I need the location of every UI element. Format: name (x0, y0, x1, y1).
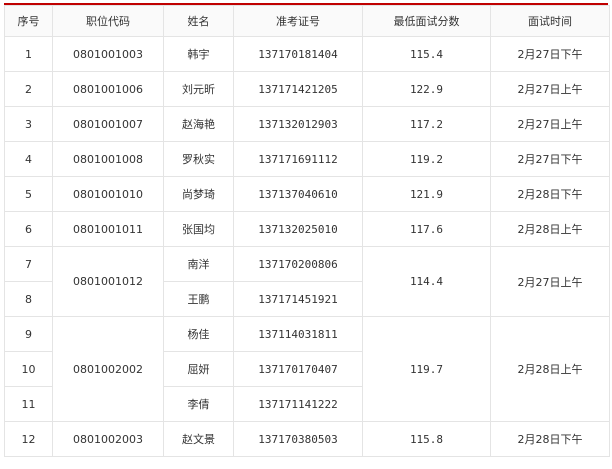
cell-interview-time: 2月28日上午 (490, 316, 610, 422)
cell-name: 屈妍 (163, 351, 234, 387)
header-name: 姓名 (163, 5, 234, 37)
cell-min-score: 119.7 (362, 316, 491, 422)
cell-interview-time: 2月27日上午 (490, 246, 610, 317)
cell-position-code: 0801001008 (52, 141, 164, 177)
cell-seq: 11 (4, 386, 53, 422)
header-position-code: 职位代码 (52, 5, 164, 37)
cell-name: 杨佳 (163, 316, 234, 352)
table-row: 5 0801001010 尚梦琦 137137040610 121.9 2月28… (4, 176, 610, 212)
header-interview-time: 面试时间 (490, 5, 610, 37)
cell-seq: 3 (4, 106, 53, 142)
cell-ticket-number: 137170181404 (233, 36, 363, 72)
cell-ticket-number: 137171141222 (233, 386, 363, 422)
cell-position-code: 0801001012 (52, 246, 164, 317)
cell-min-score: 117.2 (362, 106, 491, 142)
cell-interview-time: 2月27日下午 (490, 36, 610, 72)
cell-ticket-number: 137132025010 (233, 211, 363, 247)
table-header-row: 序号 职位代码 姓名 准考证号 最低面试分数 面试时间 (4, 5, 610, 37)
table-row: 7 0801001012 南洋 137170200806 114.4 2月27日… (4, 246, 610, 317)
cell-ticket-number: 137132012903 (233, 106, 363, 142)
cell-seq: 7 (4, 246, 53, 282)
table-row: 4 0801001008 罗秋实 137171691112 119.2 2月27… (4, 141, 610, 177)
cell-min-score: 117.6 (362, 211, 491, 247)
cell-seq: 1 (4, 36, 53, 72)
cell-ticket-number: 137171451921 (233, 281, 363, 317)
cell-interview-time: 2月28日下午 (490, 176, 610, 212)
cell-ticket-number: 137171691112 (233, 141, 363, 177)
cell-seq: 8 (4, 281, 53, 317)
cell-name: 张国均 (163, 211, 234, 247)
cell-interview-time: 2月27日上午 (490, 71, 610, 107)
cell-name: 罗秋实 (163, 141, 234, 177)
cell-position-code: 0801001011 (52, 211, 164, 247)
table-row: 2 0801001006 刘元昕 137171421205 122.9 2月27… (4, 71, 610, 107)
cell-seq: 12 (4, 421, 53, 457)
cell-min-score: 115.4 (362, 36, 491, 72)
cell-name: 刘元昕 (163, 71, 234, 107)
cell-min-score: 119.2 (362, 141, 491, 177)
cell-name: 尚梦琦 (163, 176, 234, 212)
cell-position-code: 0801001003 (52, 36, 164, 72)
cell-seq: 10 (4, 351, 53, 387)
cell-interview-time: 2月27日下午 (490, 141, 610, 177)
cell-ticket-number: 137137040610 (233, 176, 363, 212)
table-row: 3 0801001007 赵海艳 137132012903 117.2 2月27… (4, 106, 610, 142)
cell-ticket-number: 137114031811 (233, 316, 363, 352)
cell-name: 李倩 (163, 386, 234, 422)
table-row: 6 0801001011 张国均 137132025010 117.6 2月28… (4, 211, 610, 247)
header-seq: 序号 (4, 5, 53, 37)
cell-min-score: 115.8 (362, 421, 491, 457)
cell-name: 赵文景 (163, 421, 234, 457)
cell-position-code: 0801001007 (52, 106, 164, 142)
cell-interview-time: 2月28日上午 (490, 211, 610, 247)
table-row: 9 0801002002 杨佳 137114031811 119.7 2月28日… (4, 316, 610, 422)
cell-ticket-number: 137171421205 (233, 71, 363, 107)
cell-position-code: 0801001010 (52, 176, 164, 212)
cell-seq: 5 (4, 176, 53, 212)
cell-min-score: 114.4 (362, 246, 491, 317)
header-ticket-number: 准考证号 (233, 5, 363, 37)
cell-seq: 9 (4, 316, 53, 352)
cell-name: 王鹏 (163, 281, 234, 317)
cell-position-code: 0801002003 (52, 421, 164, 457)
cell-seq: 6 (4, 211, 53, 247)
cell-interview-time: 2月27日上午 (490, 106, 610, 142)
cell-name: 南洋 (163, 246, 234, 282)
cell-seq: 2 (4, 71, 53, 107)
cell-ticket-number: 137170170407 (233, 351, 363, 387)
cell-name: 赵海艳 (163, 106, 234, 142)
cell-position-code: 0801001006 (52, 71, 164, 107)
interview-score-table: 序号 职位代码 姓名 准考证号 最低面试分数 面试时间 1 0801001003… (4, 5, 610, 457)
cell-min-score: 121.9 (362, 176, 491, 212)
cell-position-code: 0801002002 (52, 316, 164, 422)
cell-min-score: 122.9 (362, 71, 491, 107)
cell-ticket-number: 137170200806 (233, 246, 363, 282)
header-min-score: 最低面试分数 (362, 5, 491, 37)
table-row: 12 0801002003 赵文景 137170380503 115.8 2月2… (4, 421, 610, 457)
cell-seq: 4 (4, 141, 53, 177)
cell-ticket-number: 137170380503 (233, 421, 363, 457)
table-row: 1 0801001003 韩宇 137170181404 115.4 2月27日… (4, 36, 610, 72)
cell-name: 韩宇 (163, 36, 234, 72)
cell-interview-time: 2月28日下午 (490, 421, 610, 457)
